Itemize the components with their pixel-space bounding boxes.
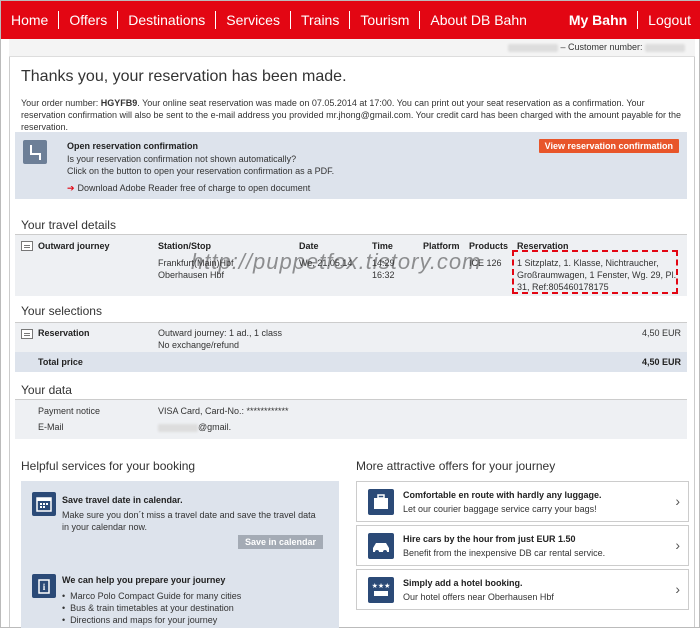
helpful-heading: Helpful services for your booking bbox=[21, 459, 196, 473]
nav-my-bahn[interactable]: My Bahn bbox=[559, 11, 639, 29]
offers-panel: Comfortable en route with hardly any lug… bbox=[356, 481, 689, 628]
selection-row: Reservation Outward journey: 1 ad., 1 cl… bbox=[15, 322, 687, 352]
total-label: Total price bbox=[38, 357, 83, 367]
redacted-number bbox=[645, 43, 685, 52]
prepare-item[interactable]: Marco Polo Compact Guide for many cities bbox=[62, 590, 241, 602]
nav-destinations[interactable]: Destinations bbox=[118, 11, 217, 29]
payment-value: VISA Card, Card-No.: ************ bbox=[158, 406, 289, 416]
redacted-email bbox=[158, 423, 198, 432]
nav-about[interactable]: About DB Bahn bbox=[420, 11, 537, 29]
download-adobe-link[interactable]: ➔ Download Adobe Reader free of charge to… bbox=[67, 183, 310, 194]
order-prefix: Your order number: bbox=[21, 98, 101, 108]
chevron-right-icon: › bbox=[675, 537, 680, 553]
offer-hotel-title: Simply add a hotel booking. bbox=[403, 578, 523, 588]
nav-offers[interactable]: Offers bbox=[59, 11, 119, 29]
payment-label: Payment notice bbox=[38, 406, 101, 416]
offer-car-title: Hire cars by the hour from just EUR 1.50 bbox=[403, 534, 576, 544]
email-domain: @gmail. bbox=[198, 422, 232, 432]
luggage-icon bbox=[368, 489, 394, 515]
save-calendar-button[interactable]: Save in calendar bbox=[237, 535, 323, 549]
selection-desc-2: No exchange/refund bbox=[158, 340, 240, 350]
customer-number: – Customer number: bbox=[507, 42, 685, 52]
prepare-heading: We can help you prepare your journey bbox=[62, 575, 226, 585]
prepare-card: i We can help you prepare your journey M… bbox=[27, 569, 333, 628]
offer-luggage-text: Let our courier baggage service carry yo… bbox=[403, 504, 597, 514]
offer-hotel-text: Our hotel offers near Oberhausen Hbf bbox=[403, 592, 554, 602]
top-navigation: Home Offers Destinations Services Trains… bbox=[1, 1, 700, 39]
main-nav: Home Offers Destinations Services Trains… bbox=[1, 7, 537, 33]
watermark: http://puppetfox.tistory.com bbox=[191, 249, 482, 274]
prepare-list: Marco Polo Compact Guide for many cities… bbox=[62, 590, 241, 626]
download-adobe-label: Download Adobe Reader free of charge to … bbox=[77, 183, 311, 193]
total-row: Total price 4,50 EUR bbox=[15, 352, 687, 372]
email-value: @gmail. bbox=[158, 422, 231, 432]
nav-logout[interactable]: Logout bbox=[638, 11, 700, 29]
view-confirmation-button[interactable]: View reservation confirmation bbox=[538, 139, 679, 153]
offer-hotel[interactable]: ★★★ Simply add a hotel booking. Our hote… bbox=[356, 569, 689, 610]
order-number: HGYFB9 bbox=[100, 98, 138, 108]
prepare-item[interactable]: Bus & train timetables at your destinati… bbox=[62, 602, 241, 614]
calendar-card: Save travel date in calendar. Make sure … bbox=[27, 487, 333, 563]
car-icon bbox=[368, 533, 394, 559]
confirmation-panel: Open reservation confirmation Is your re… bbox=[15, 132, 687, 199]
prepare-item[interactable]: Directions and maps for your journey bbox=[62, 614, 241, 626]
redacted-name bbox=[507, 43, 558, 52]
nav-services[interactable]: Services bbox=[216, 11, 291, 29]
confirmation-line-1: Is your reservation confirmation not sho… bbox=[67, 154, 297, 164]
selections-heading: Your selections bbox=[21, 304, 102, 318]
calendar-heading: Save travel date in calendar. bbox=[62, 495, 183, 505]
nav-trains[interactable]: Trains bbox=[291, 11, 351, 29]
total-value: 4,50 EUR bbox=[641, 357, 681, 367]
info-icon: i bbox=[32, 574, 56, 598]
selection-price: 4,50 EUR bbox=[641, 328, 681, 338]
nav-tourism[interactable]: Tourism bbox=[350, 11, 421, 29]
email-label: E-Mail bbox=[38, 422, 64, 432]
selection-label: Reservation bbox=[38, 328, 90, 338]
chevron-right-icon: › bbox=[675, 493, 680, 509]
offer-luggage[interactable]: Comfortable en route with hardly any lug… bbox=[356, 481, 689, 522]
selection-desc-1: Outward journey: 1 ad., 1 class bbox=[158, 328, 283, 338]
nav-home[interactable]: Home bbox=[1, 11, 60, 29]
customer-bar: – Customer number: bbox=[9, 39, 695, 57]
calendar-text: Make sure you don´t miss a travel date a… bbox=[62, 510, 316, 532]
hotel-icon: ★★★ bbox=[368, 577, 394, 603]
arrow-right-icon: ➔ bbox=[67, 183, 75, 193]
reservation-highlight bbox=[512, 250, 678, 294]
your-data-row: Payment notice VISA Card, Card-No.: ****… bbox=[15, 399, 687, 439]
list-icon bbox=[21, 241, 33, 251]
offer-car[interactable]: Hire cars by the hour from just EUR 1.50… bbox=[356, 525, 689, 566]
customer-number-label: – Customer number: bbox=[560, 42, 643, 52]
journey-label: Outward journey bbox=[38, 241, 110, 251]
offers-heading: More attractive offers for your journey bbox=[356, 459, 556, 473]
confirmation-line-2: Click on the button to open your reserva… bbox=[67, 166, 335, 176]
svg-text:★★★: ★★★ bbox=[372, 582, 391, 590]
seat-icon bbox=[23, 140, 47, 164]
chevron-right-icon: › bbox=[675, 581, 680, 597]
helpful-panel: Save travel date in calendar. Make sure … bbox=[21, 481, 339, 628]
order-summary: Your order number: HGYFB9. Your online s… bbox=[21, 97, 681, 133]
offer-car-text: Benefit from the inexpensive DB car rent… bbox=[403, 548, 606, 558]
svg-text:i: i bbox=[43, 582, 46, 592]
travel-details-heading: Your travel details bbox=[21, 218, 116, 232]
your-data-heading: Your data bbox=[21, 383, 72, 397]
calendar-icon bbox=[32, 492, 56, 516]
account-nav: My Bahn Logout bbox=[559, 7, 700, 33]
page-title: Thanks you, your reservation has been ma… bbox=[21, 68, 347, 85]
offer-luggage-title: Comfortable en route with hardly any lug… bbox=[403, 490, 602, 500]
confirmation-heading: Open reservation confirmation bbox=[67, 141, 199, 151]
list-icon bbox=[21, 329, 33, 339]
